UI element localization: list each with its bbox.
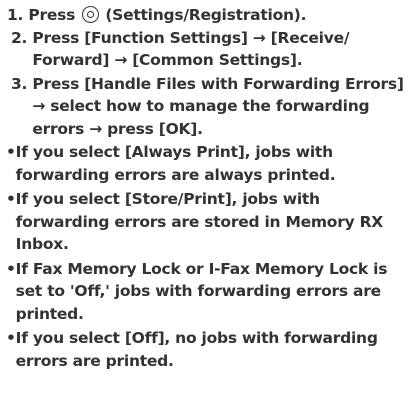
settings-registration-icon [82, 6, 100, 23]
note-item: • If you select [Store/Print], jobs with… [6, 188, 411, 256]
bullet-mark: • [6, 259, 16, 278]
bullet-mark: • [6, 143, 16, 161]
step-text-after-icon: (Settings/Registration). [100, 6, 307, 24]
step-number: 1. [7, 6, 29, 24]
step-text: Press [Function Settings] → [Receive/ Fo… [32, 28, 350, 70]
note-item: • If you select [Off], no jobs with forw… [6, 327, 411, 372]
bullet-mark: • [6, 329, 16, 347]
note-text: If you select [Off], no jobs with forwar… [15, 329, 378, 370]
step-2: 2. Press [Function Settings] → [Receive/… [6, 27, 411, 72]
bullet-mark: • [6, 190, 16, 208]
note-text: If you select [Store/Print], jobs with f… [15, 190, 384, 253]
instruction-document: 1. Press (Settings/Registration). 2. Pre… [0, 0, 411, 417]
note-text: If Fax Memory Lock or I-Fax Memory Lock … [15, 259, 388, 323]
step-1: 1. Press (Settings/Registration). [6, 4, 411, 27]
notes-list: • If you select [Always Print], jobs wit… [6, 141, 411, 372]
step-number: 2. [11, 28, 33, 47]
step-number: 3. [11, 74, 33, 93]
note-text: If you select [Always Print], jobs with … [15, 143, 336, 184]
note-item: • If Fax Memory Lock or I-Fax Memory Loc… [6, 258, 411, 326]
step-3: 3. Press [Handle Files with Forwarding E… [6, 73, 411, 141]
step-text: Press (Settings/Registration). [28, 4, 411, 27]
note-item: • If you select [Always Print], jobs wit… [6, 141, 411, 186]
step-text-before-icon: Press [28, 6, 81, 24]
step-text: Press [Handle Files with Forwarding Erro… [32, 74, 404, 138]
